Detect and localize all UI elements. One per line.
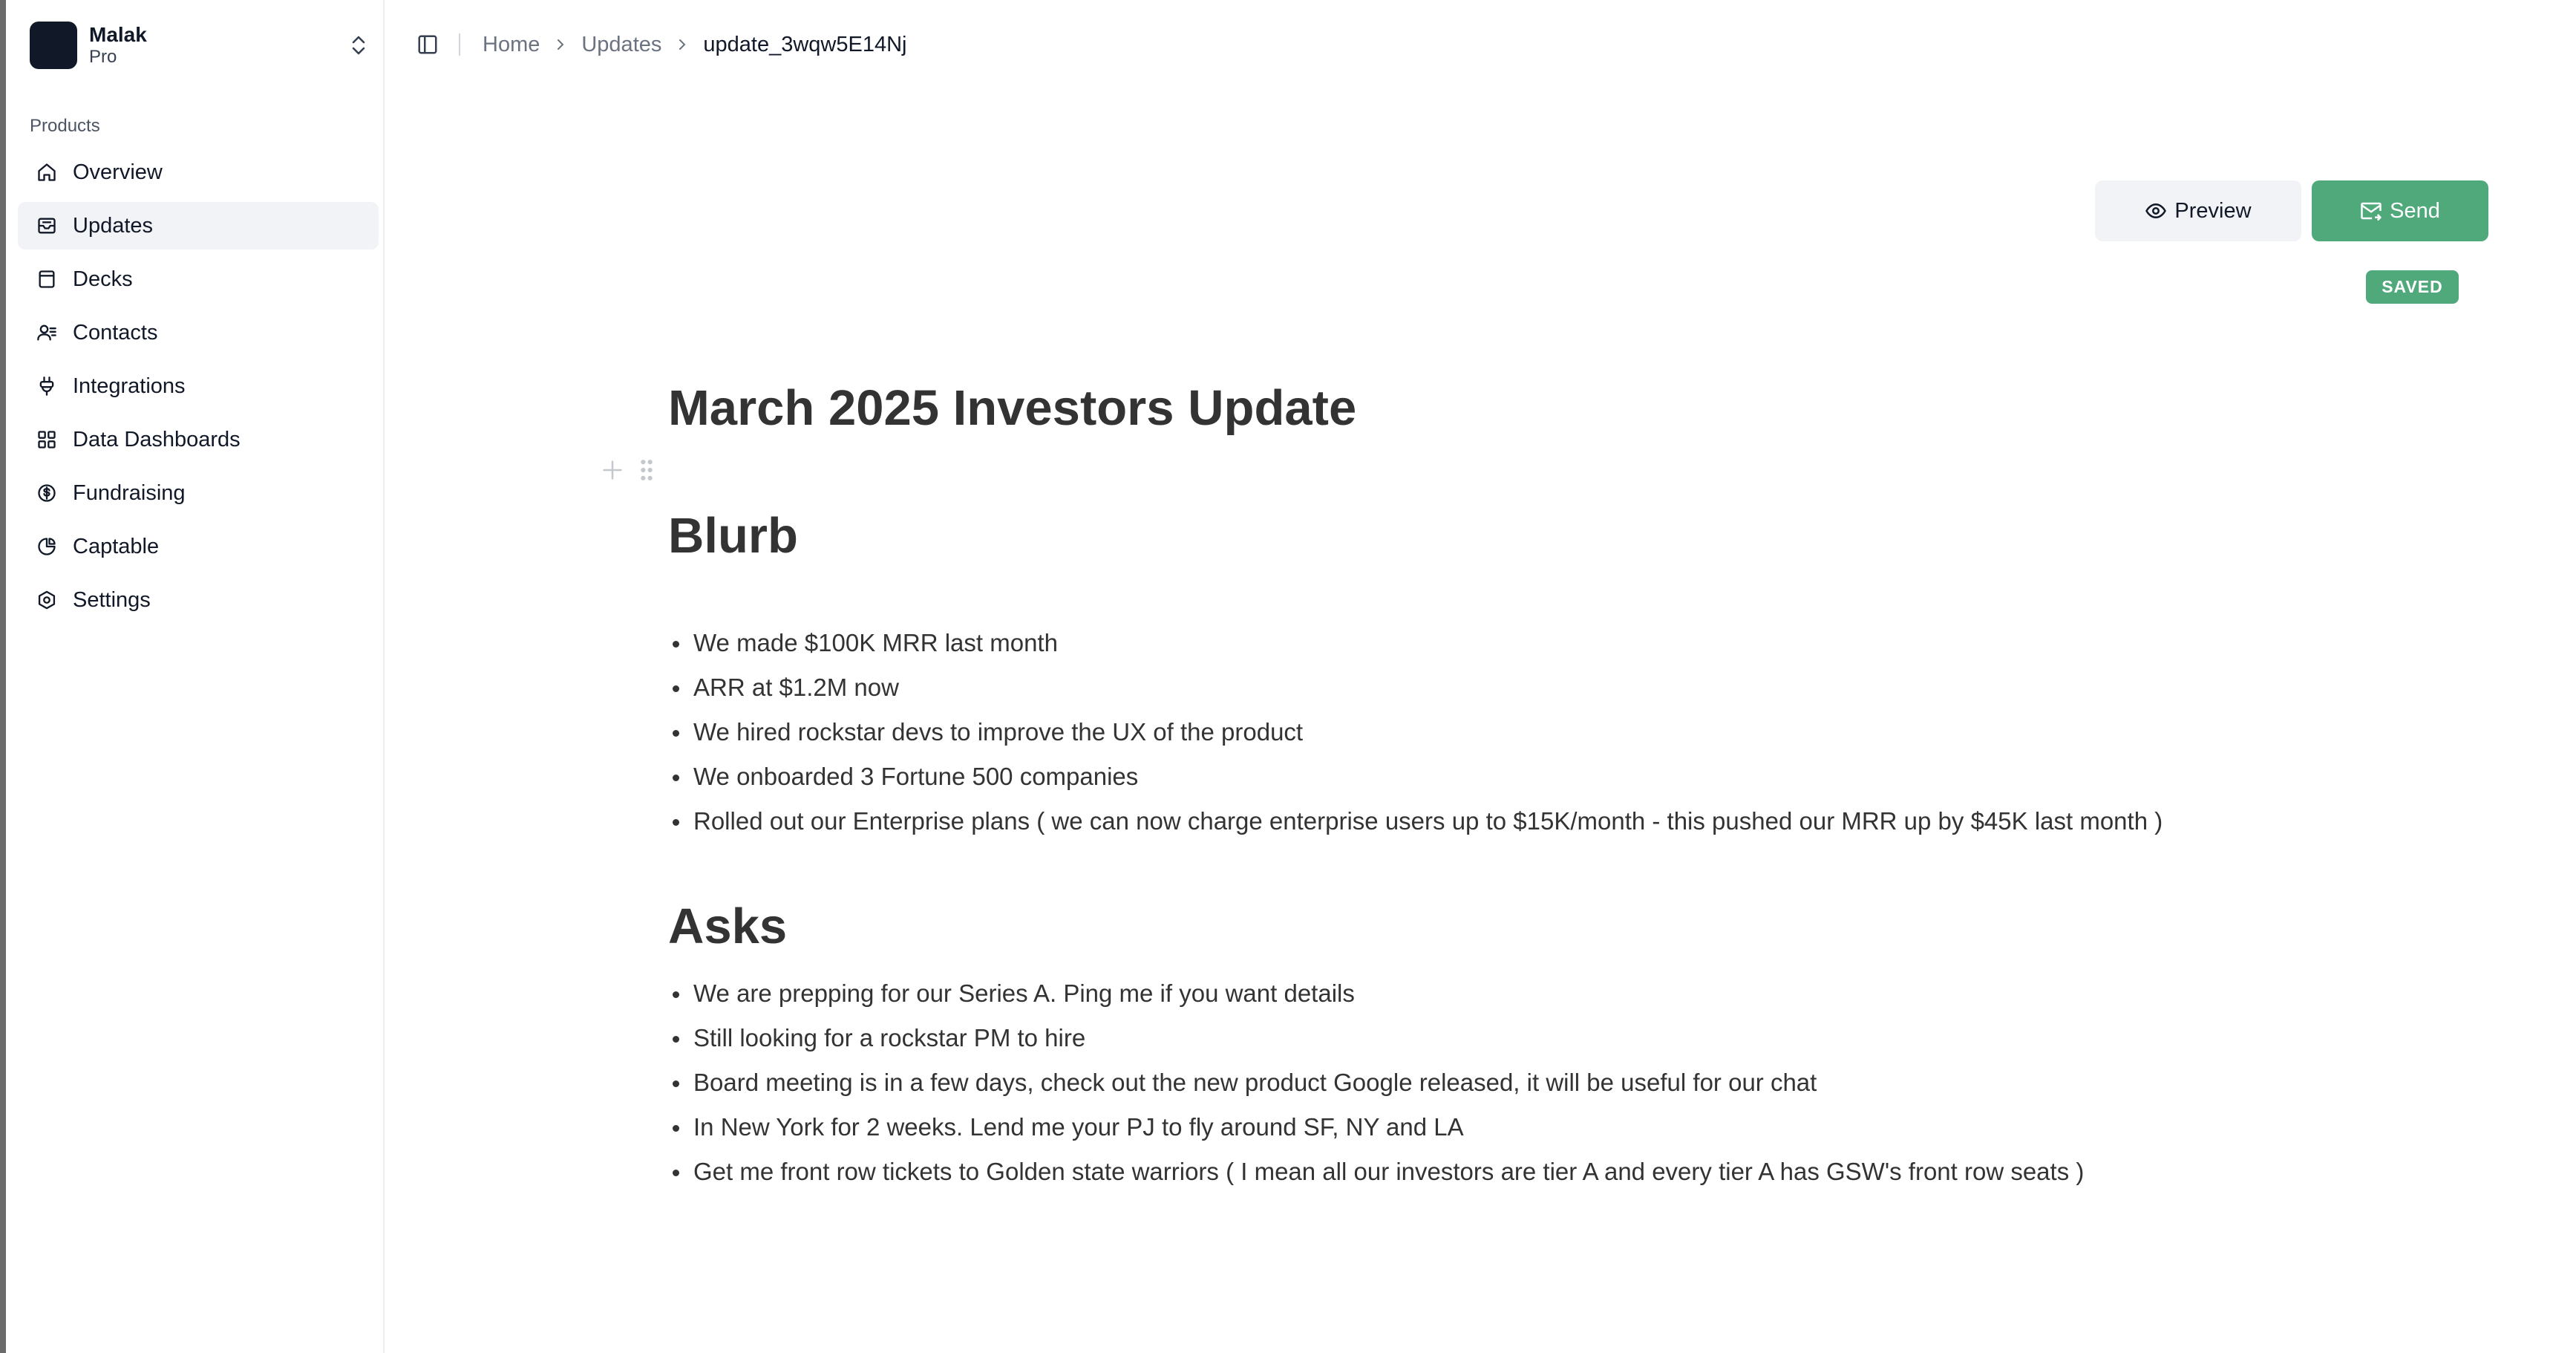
list-item[interactable]: Still looking for a rockstar PM to hire [672,1017,2084,1062]
deck-icon [36,268,58,290]
sidebar-item-overview[interactable]: Overview [18,149,379,196]
breadcrumb-current: update_3wqw5E14Nj [703,32,907,56]
sidebar-item-label: Settings [73,587,151,612]
sidebar-toggle-icon[interactable] [413,30,442,59]
inbox-icon [36,215,58,237]
chevrons-up-down-icon[interactable] [346,33,371,58]
breadcrumb-home[interactable]: Home [483,33,540,57]
org-name: Malak [89,23,147,46]
sidebar-item-label: Contacts [73,320,158,345]
status-badge: SAVED [2366,270,2459,304]
app-window: Malak Pro Products Overview Updates Deck… [0,0,2576,1353]
section-heading-blurb[interactable]: Blurb [668,506,798,566]
list-item[interactable]: We are prepping for our Series A. Ping m… [672,973,2084,1017]
breadcrumb-updates[interactable]: Updates [581,33,661,57]
sidebar-item-label: Integrations [73,374,186,398]
org-plan: Pro [89,47,117,67]
send-button[interactable]: Send [2312,180,2488,241]
nav-group-label: Products [30,116,100,136]
pie-chart-icon [36,535,58,558]
send-button-label: Send [2390,198,2440,223]
sidebar-item-settings[interactable]: Settings [18,576,379,624]
list-item[interactable]: We onboarded 3 Fortune 500 companies [672,756,2163,801]
window-edge [0,0,6,1353]
list-item[interactable]: ARR at $1.2M now [672,667,2163,711]
gear-icon [36,589,58,611]
main-content: Home Updates update_3wqw5E14Nj Preview S… [385,0,2576,1353]
breadcrumb: Home Updates update_3wqw5E14Nj [483,33,906,57]
list-item[interactable]: In New York for 2 weeks. Lend me your PJ… [672,1106,2084,1151]
sidebar-item-decks[interactable]: Decks [18,255,379,303]
sidebar-item-label: Fundraising [73,480,186,505]
plug-icon [36,375,58,397]
sidebar: Malak Pro Products Overview Updates Deck… [6,0,385,1353]
sidebar-item-label: Data Dashboards [73,427,241,451]
list-item[interactable]: Get me front row tickets to Golden state… [672,1151,2084,1196]
list-item[interactable]: Rolled out our Enterprise plans ( we can… [672,801,2163,845]
preview-button[interactable]: Preview [2095,180,2301,241]
sidebar-nav: Overview Updates Decks Contacts Integrat… [18,149,379,630]
drag-handle-icon[interactable] [638,457,655,486]
list-item[interactable]: We hired rockstar devs to improve the UX… [672,711,2163,756]
org-switcher[interactable]: Malak Pro [30,19,371,71]
sidebar-item-label: Updates [73,213,154,238]
preview-button-label: Preview [2174,198,2252,223]
list-item[interactable]: Board meeting is in a few days, check ou… [672,1062,2084,1106]
sidebar-item-data-dashboards[interactable]: Data Dashboards [18,416,379,463]
mail-send-icon [2360,200,2382,222]
sidebar-item-contacts[interactable]: Contacts [18,309,379,356]
eye-icon [2145,200,2167,222]
chevron-right-icon [555,37,566,52]
document-title[interactable]: March 2025 Investors Update [668,379,1356,438]
blurb-list: We made $100K MRR last month ARR at $1.2… [672,622,2163,845]
sidebar-item-label: Captable [73,534,160,558]
block-handle [600,457,655,486]
sidebar-item-label: Decks [73,267,133,291]
org-logo [30,22,77,69]
list-item[interactable]: We made $100K MRR last month [672,622,2163,667]
sidebar-item-label: Overview [73,160,163,184]
home-icon [36,161,58,183]
sidebar-item-integrations[interactable]: Integrations [18,362,379,410]
section-heading-asks[interactable]: Asks [668,897,787,956]
topbar: Home Updates update_3wqw5E14Nj [413,22,906,67]
chevron-right-icon [676,37,688,52]
sidebar-item-fundraising[interactable]: Fundraising [18,469,379,517]
asks-list: We are prepping for our Series A. Ping m… [672,973,2084,1196]
update-actions: Preview Send [2095,180,2488,241]
sidebar-item-captable[interactable]: Captable [18,523,379,570]
dollar-circle-icon [36,482,58,504]
org-text: Malak Pro [89,23,147,68]
dashboard-icon [36,428,58,451]
contacts-icon [36,322,58,344]
sidebar-item-updates[interactable]: Updates [18,202,379,250]
add-block-icon[interactable] [600,457,625,486]
topbar-divider [459,33,460,56]
